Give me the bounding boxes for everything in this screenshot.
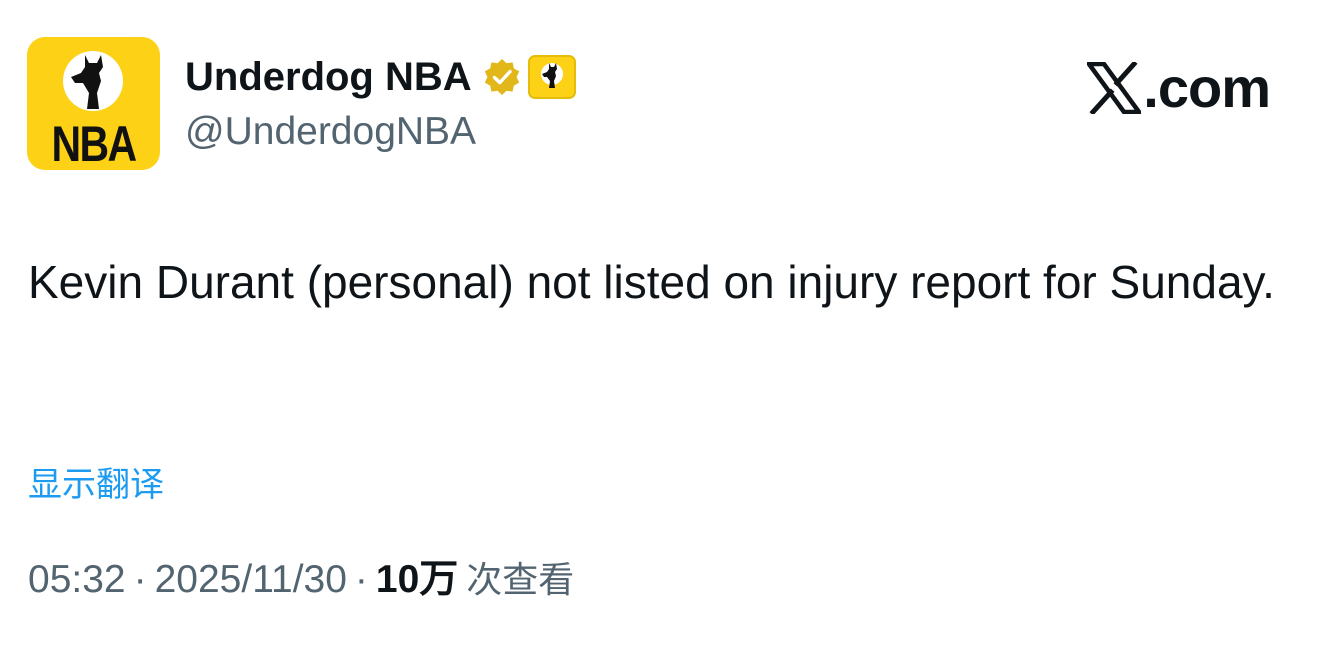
avatar-nba-label: NBA [51, 116, 138, 170]
tweet-time[interactable]: 05:32 [28, 558, 126, 601]
brand-domain-text: .com [1143, 56, 1271, 119]
verified-badge-icon [482, 57, 522, 97]
tweet-body-text: Kevin Durant (personal) not listed on in… [28, 256, 1275, 308]
author-display-name[interactable]: Underdog NBA [185, 52, 472, 102]
views-label: 次查看 [466, 560, 575, 601]
affiliate-badge-icon[interactable] [527, 55, 576, 99]
x-logo-icon [1084, 60, 1144, 116]
show-translation-link[interactable]: 显示翻译 [28, 460, 164, 510]
author-name-row: Underdog NBA [185, 52, 576, 102]
author-handle[interactable]: @UnderdogNBA [185, 108, 476, 156]
tweet-meta-row: 05:32 · 2025/11/30 · 10万 次查看 [28, 555, 574, 606]
meta-separator: · [133, 558, 147, 601]
views-count[interactable]: 10万 [376, 558, 458, 601]
tweet-date[interactable]: 2025/11/30 [155, 558, 347, 601]
x-com-brand: .com [1084, 56, 1271, 119]
author-avatar[interactable]: NBA [27, 37, 160, 170]
meta-separator: · [354, 558, 368, 601]
